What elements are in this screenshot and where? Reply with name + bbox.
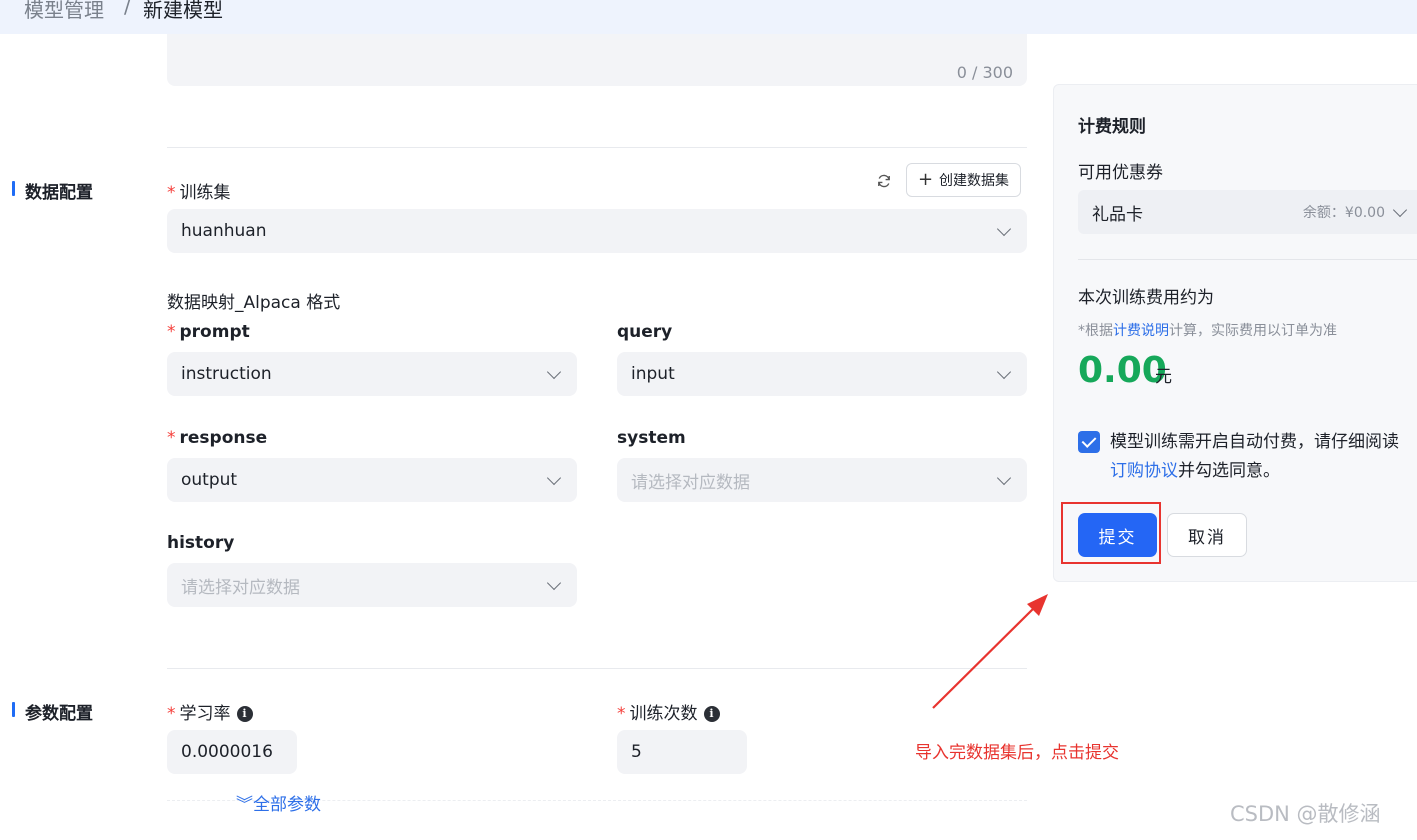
training-set-value: huanhuan xyxy=(181,221,267,241)
system-select[interactable]: 请选择对应数据 xyxy=(617,458,1027,502)
section-marker xyxy=(12,181,15,196)
prompt-value: instruction xyxy=(181,364,272,384)
coupon-balance: 余额：¥0.00 xyxy=(1302,205,1385,221)
annotation-arrow xyxy=(932,594,1048,709)
section-divider xyxy=(167,147,1027,148)
all-params-label: 全部参数 xyxy=(253,795,321,815)
query-value: input xyxy=(631,364,675,384)
cancel-button[interactable]: 取消 xyxy=(1167,513,1247,557)
mapping-title: 数据映射_Alpaca 格式 xyxy=(167,293,341,313)
price-value: 0.00 xyxy=(1078,350,1167,391)
agreement-text: 模型训练需开启自动付费，请仔细阅读订购协议并勾选同意。 xyxy=(1110,432,1399,481)
section-divider xyxy=(167,668,1027,669)
breadcrumb-parent[interactable]: 模型管理 xyxy=(24,0,104,23)
annotation-highlight-box xyxy=(1061,502,1161,564)
coupon-name: 礼品卡 xyxy=(1092,204,1143,225)
epochs-input[interactable]: 5 xyxy=(617,730,747,774)
panel-divider xyxy=(1078,259,1417,260)
coupon-select[interactable]: 礼品卡 余额：¥0.00 xyxy=(1078,190,1417,234)
epochs-label: * 训练次数 i xyxy=(617,699,720,724)
query-label: query xyxy=(617,322,673,342)
create-dataset-button[interactable]: + 创建数据集 xyxy=(906,163,1021,197)
response-label: * response xyxy=(167,428,268,448)
chevron-down-icon xyxy=(996,221,1012,236)
price-unit: 元 xyxy=(1155,367,1172,387)
info-icon[interactable]: i xyxy=(703,706,720,722)
prompt-label: * prompt xyxy=(167,322,250,342)
agreement-link[interactable]: 订购协议 xyxy=(1110,461,1178,481)
annotation-text: 导入完数据集后，点击提交 xyxy=(915,743,1119,763)
chevron-down-icon xyxy=(546,575,562,590)
training-set-label: * 训练集 xyxy=(167,183,231,203)
system-label: system xyxy=(617,428,686,448)
description-textarea[interactable]: 0 / 300 xyxy=(167,34,1027,86)
learning-rate-label: * 学习率 i xyxy=(167,699,253,724)
fee-label: 本次训练费用约为 xyxy=(1078,288,1214,308)
watermark: CSDN @散修涵 xyxy=(1230,802,1381,826)
section-title-params: 参数配置 xyxy=(25,704,93,724)
billing-doc-link[interactable]: 计费说明 xyxy=(1113,323,1169,339)
create-dataset-label: 创建数据集 xyxy=(939,173,1010,189)
breadcrumb-current: 新建模型 xyxy=(143,0,223,22)
chevron-down-icon xyxy=(546,364,562,379)
breadcrumb-separator: / xyxy=(124,0,131,18)
chevron-down-icon xyxy=(1392,202,1408,217)
all-params-toggle[interactable]: ︾全部参数 xyxy=(236,790,321,815)
agreement-checkbox[interactable] xyxy=(1078,431,1100,453)
history-select[interactable]: 请选择对应数据 xyxy=(167,563,577,607)
training-set-select[interactable]: huanhuan xyxy=(167,209,1027,253)
epochs-value: 5 xyxy=(631,742,642,762)
chevron-down-icon xyxy=(546,470,562,485)
prompt-select[interactable]: instruction xyxy=(167,352,577,396)
learning-rate-value: 0.0000016 xyxy=(181,742,273,762)
billing-title: 计费规则 xyxy=(1078,117,1146,137)
response-value: output xyxy=(181,470,238,490)
system-placeholder: 请选择对应数据 xyxy=(631,472,750,493)
history-placeholder: 请选择对应数据 xyxy=(181,577,300,598)
chevron-down-icon xyxy=(996,364,1012,379)
history-label: history xyxy=(167,533,235,553)
response-select[interactable]: output xyxy=(167,458,577,502)
section-title-data: 数据配置 xyxy=(25,183,93,203)
learning-rate-input[interactable]: 0.0000016 xyxy=(167,730,297,774)
info-icon[interactable]: i xyxy=(236,706,253,722)
char-counter: 0 / 300 xyxy=(956,63,1013,82)
plus-icon: + xyxy=(917,169,934,190)
query-select[interactable]: input xyxy=(617,352,1027,396)
fee-note: *根据计费说明计算，实际费用以订单为准 xyxy=(1078,323,1337,339)
coupon-label: 可用优惠券 xyxy=(1078,163,1163,183)
section-marker xyxy=(12,702,15,717)
chevron-down-icon xyxy=(996,470,1012,485)
refresh-icon[interactable] xyxy=(876,173,892,189)
double-chevron-down-icon: ︾ xyxy=(236,795,253,815)
